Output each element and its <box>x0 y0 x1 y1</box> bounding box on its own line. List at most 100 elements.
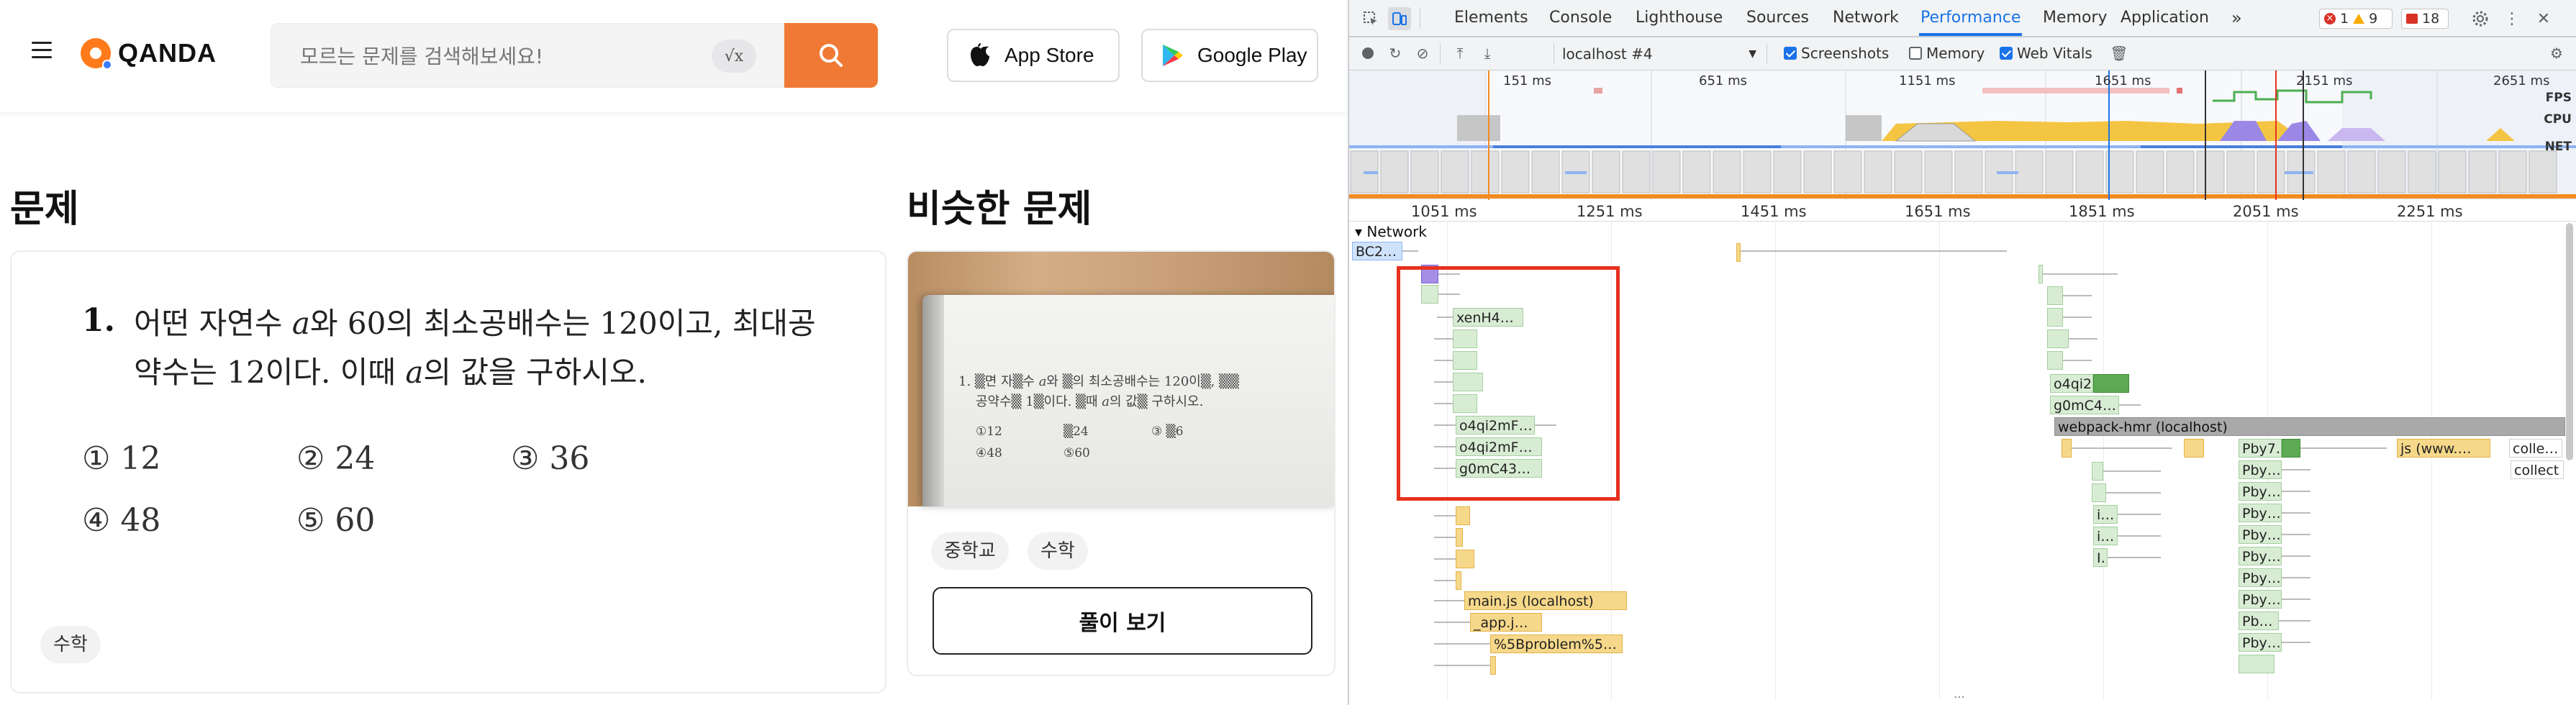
request-bar-small[interactable] <box>2047 329 2069 348</box>
web-vitals-checkbox-box[interactable] <box>2000 47 2013 60</box>
ruler-tick-5: 1851 ms <box>2069 203 2135 220</box>
request-bar-small[interactable] <box>2062 439 2072 458</box>
request-bar[interactable]: Pby… <box>2239 460 2282 479</box>
search-input[interactable] <box>300 41 689 71</box>
request-bar[interactable]: Pby… <box>2239 525 2282 544</box>
screenshots-checkbox[interactable]: Screenshots <box>1784 43 1889 63</box>
flame-chart-scrollbar[interactable] <box>2566 223 2573 460</box>
request-bar-small[interactable] <box>1456 571 1461 590</box>
memory-checkbox-box[interactable] <box>1909 47 1922 60</box>
tab-elements[interactable]: Elements <box>1453 0 1530 36</box>
request-bar[interactable]: colle… <box>2509 439 2562 458</box>
request-bar[interactable]: Pby… <box>2239 633 2282 652</box>
choice-1: ① 12 <box>82 440 161 477</box>
cpu-label: CPU <box>2544 112 2572 127</box>
web-vitals-checkbox[interactable]: Web Vitals <box>2000 43 2092 63</box>
kebab-menu-icon[interactable]: ⋮ <box>2500 7 2523 30</box>
request-bar[interactable]: Pby… <box>2239 504 2282 522</box>
similar-problem-thumbnail[interactable]: 1. ▒면 자▒수 𝑎와 ▒의 최소공배수는 120이▒, ▒▒ 공약수▒ 1▒… <box>908 252 1334 506</box>
request-bar-small[interactable] <box>1456 550 1474 568</box>
network-flame-chart[interactable]: ▾ Network BC2… xenH4… o4qi2mF… o4qi2mF… … <box>1349 222 2565 701</box>
timeline-overview[interactable]: 151 ms 651 ms 1151 ms 1651 ms 2151 ms 26… <box>1349 70 2576 200</box>
request-bar[interactable]: i… <box>2093 527 2118 545</box>
overview-tick-1: 151 ms <box>1503 73 1551 88</box>
request-bar[interactable]: %5Bproblem%5… <box>1490 634 1623 653</box>
download-profile-icon[interactable]: ⤓ <box>1477 43 1497 63</box>
choice-4: ④ 48 <box>82 502 161 539</box>
search-button[interactable] <box>784 23 878 88</box>
request-bar-small[interactable] <box>2047 308 2063 327</box>
resize-handle[interactable]: ⋯ <box>1954 690 1965 704</box>
request-bar[interactable]: BC2… <box>1352 242 1402 260</box>
request-bar-small[interactable] <box>2047 351 2063 370</box>
request-bar[interactable]: _app.j… <box>1470 613 1542 632</box>
math-input-button[interactable]: √x <box>712 40 756 73</box>
request-bar-small[interactable] <box>2184 439 2204 458</box>
issues-badge[interactable]: 18 <box>2401 9 2449 29</box>
tab-sources[interactable]: Sources <box>1745 0 1810 36</box>
thumb-choice-2: ▒24 <box>1063 424 1089 439</box>
network-track-label[interactable]: ▾ Network <box>1355 223 1427 240</box>
request-bar[interactable]: collect <box>2511 460 2564 479</box>
request-bar-small[interactable] <box>2092 462 2103 481</box>
request-bar[interactable]: main.js (localhost) <box>1464 591 1627 610</box>
request-bar-small[interactable] <box>1456 528 1463 547</box>
request-bar-small[interactable] <box>2092 483 2106 502</box>
request-bar-small[interactable] <box>2047 286 2063 305</box>
tab-performance[interactable]: Performance <box>1919 0 2023 36</box>
hamburger-menu-icon[interactable] <box>32 42 52 59</box>
tab-console[interactable]: Console <box>1548 0 1613 36</box>
request-bar-small[interactable] <box>1456 506 1470 525</box>
tab-application[interactable]: Application <box>2119 0 2210 36</box>
request-bar-webpack[interactable]: webpack-hmr (localhost) <box>2054 417 2565 436</box>
capture-settings-icon[interactable]: ⚙ <box>2546 43 2567 63</box>
request-bar[interactable]: Pby… <box>2239 568 2282 587</box>
issues-icon <box>2406 14 2418 24</box>
request-bar-dark[interactable] <box>2282 439 2300 458</box>
request-bar[interactable]: Pby… <box>2239 547 2282 565</box>
trash-icon[interactable]: 🗑 <box>2109 43 2129 63</box>
tab-lighthouse[interactable]: Lighthouse <box>1634 0 1724 36</box>
view-solution-button[interactable]: 풀이 보기 <box>933 587 1312 655</box>
settings-gear-icon[interactable] <box>2469 7 2492 30</box>
record-icon[interactable] <box>1358 43 1378 63</box>
request-bar[interactable]: I… <box>2093 548 2108 567</box>
upload-profile-icon[interactable]: ⤒ <box>1450 43 1470 63</box>
school-level-tag[interactable]: 중학교 <box>931 532 1009 570</box>
request-bar-tiny[interactable] <box>1736 243 1741 262</box>
request-bar[interactable]: g0mC4… <box>2050 396 2119 414</box>
screenshots-checkbox-box[interactable] <box>1784 47 1797 60</box>
similar-problem-card[interactable]: 1. ▒면 자▒수 𝑎와 ▒의 최소공배수는 120이▒, ▒▒ 공약수▒ 1▒… <box>907 250 1335 676</box>
subject-tag[interactable]: 수학 <box>40 626 101 663</box>
request-bar[interactable]: js (www.… <box>2397 439 2490 458</box>
request-bar[interactable]: Pb… <box>2239 611 2279 630</box>
logo-text: QANDA <box>118 38 217 68</box>
problem-number: 1. <box>82 302 115 339</box>
clear-icon[interactable]: ⊘ <box>1412 43 1433 63</box>
target-select[interactable]: localhost #4 ▼ <box>1562 43 1756 65</box>
network-track-title: Network <box>1366 223 1427 240</box>
subject-tag-similar[interactable]: 수학 <box>1028 532 1088 570</box>
close-devtools-icon[interactable]: ✕ <box>2532 7 2555 30</box>
request-bar[interactable]: o4qi2… <box>2050 374 2093 393</box>
request-bar[interactable]: Pby… <box>2239 482 2282 501</box>
inspect-element-icon[interactable] <box>1359 7 1382 30</box>
qanda-logo[interactable]: QANDA <box>81 37 217 70</box>
app-store-button[interactable]: App Store <box>947 29 1120 82</box>
request-bar[interactable]: Pby7… <box>2239 439 2282 458</box>
tab-network[interactable]: Network <box>1831 0 1900 36</box>
more-tabs-button[interactable]: » <box>2230 0 2244 36</box>
time-ruler: 1051 ms 1251 ms 1451 ms 1651 ms 1851 ms … <box>1349 200 2576 222</box>
device-toolbar-icon[interactable] <box>1388 7 1411 30</box>
request-bar-dark[interactable] <box>2093 374 2129 393</box>
request-bar-small[interactable] <box>2239 655 2275 673</box>
memory-checkbox[interactable]: Memory <box>1909 43 1985 63</box>
request-bar-small[interactable] <box>1490 656 1496 675</box>
error-warning-badge[interactable]: × 1 9 <box>2319 9 2393 29</box>
reload-record-icon[interactable]: ↻ <box>1385 43 1405 63</box>
tab-memory[interactable]: Memory <box>2041 0 2108 36</box>
google-play-icon <box>1163 45 1183 66</box>
request-bar[interactable]: Pby… <box>2239 590 2282 609</box>
request-bar[interactable]: i… <box>2093 505 2118 524</box>
google-play-button[interactable]: Google Play <box>1141 29 1318 82</box>
